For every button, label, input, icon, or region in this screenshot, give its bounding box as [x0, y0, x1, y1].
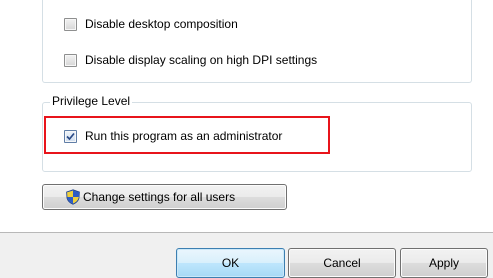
uac-shield-icon [66, 189, 80, 205]
run-as-admin-label: Run this program as an administrator [85, 129, 283, 143]
disable-desktop-composition-label: Disable desktop composition [85, 17, 238, 31]
change-settings-all-users-button[interactable]: Change settings for all users [42, 184, 287, 210]
run-as-admin-checkbox[interactable] [64, 129, 77, 143]
ok-label: OK [221, 256, 240, 270]
change-settings-label: Change settings for all users [83, 190, 236, 204]
disable-desktop-composition-option[interactable]: Disable desktop composition [64, 16, 238, 32]
disable-display-scaling-label: Disable display scaling on high DPI sett… [85, 53, 318, 67]
apply-label: Apply [428, 256, 460, 270]
disable-desktop-composition-checkbox[interactable] [64, 17, 77, 31]
settings-group [42, 0, 472, 83]
run-as-admin-option[interactable]: Run this program as an administrator [64, 128, 282, 144]
checkmark-icon [66, 132, 75, 140]
panel-divider [0, 232, 493, 233]
disable-display-scaling-option[interactable]: Disable display scaling on high DPI sett… [64, 52, 317, 68]
privilege-level-title: Privilege Level [50, 94, 133, 109]
disable-display-scaling-checkbox[interactable] [64, 53, 77, 67]
cancel-label: Cancel [323, 256, 361, 270]
